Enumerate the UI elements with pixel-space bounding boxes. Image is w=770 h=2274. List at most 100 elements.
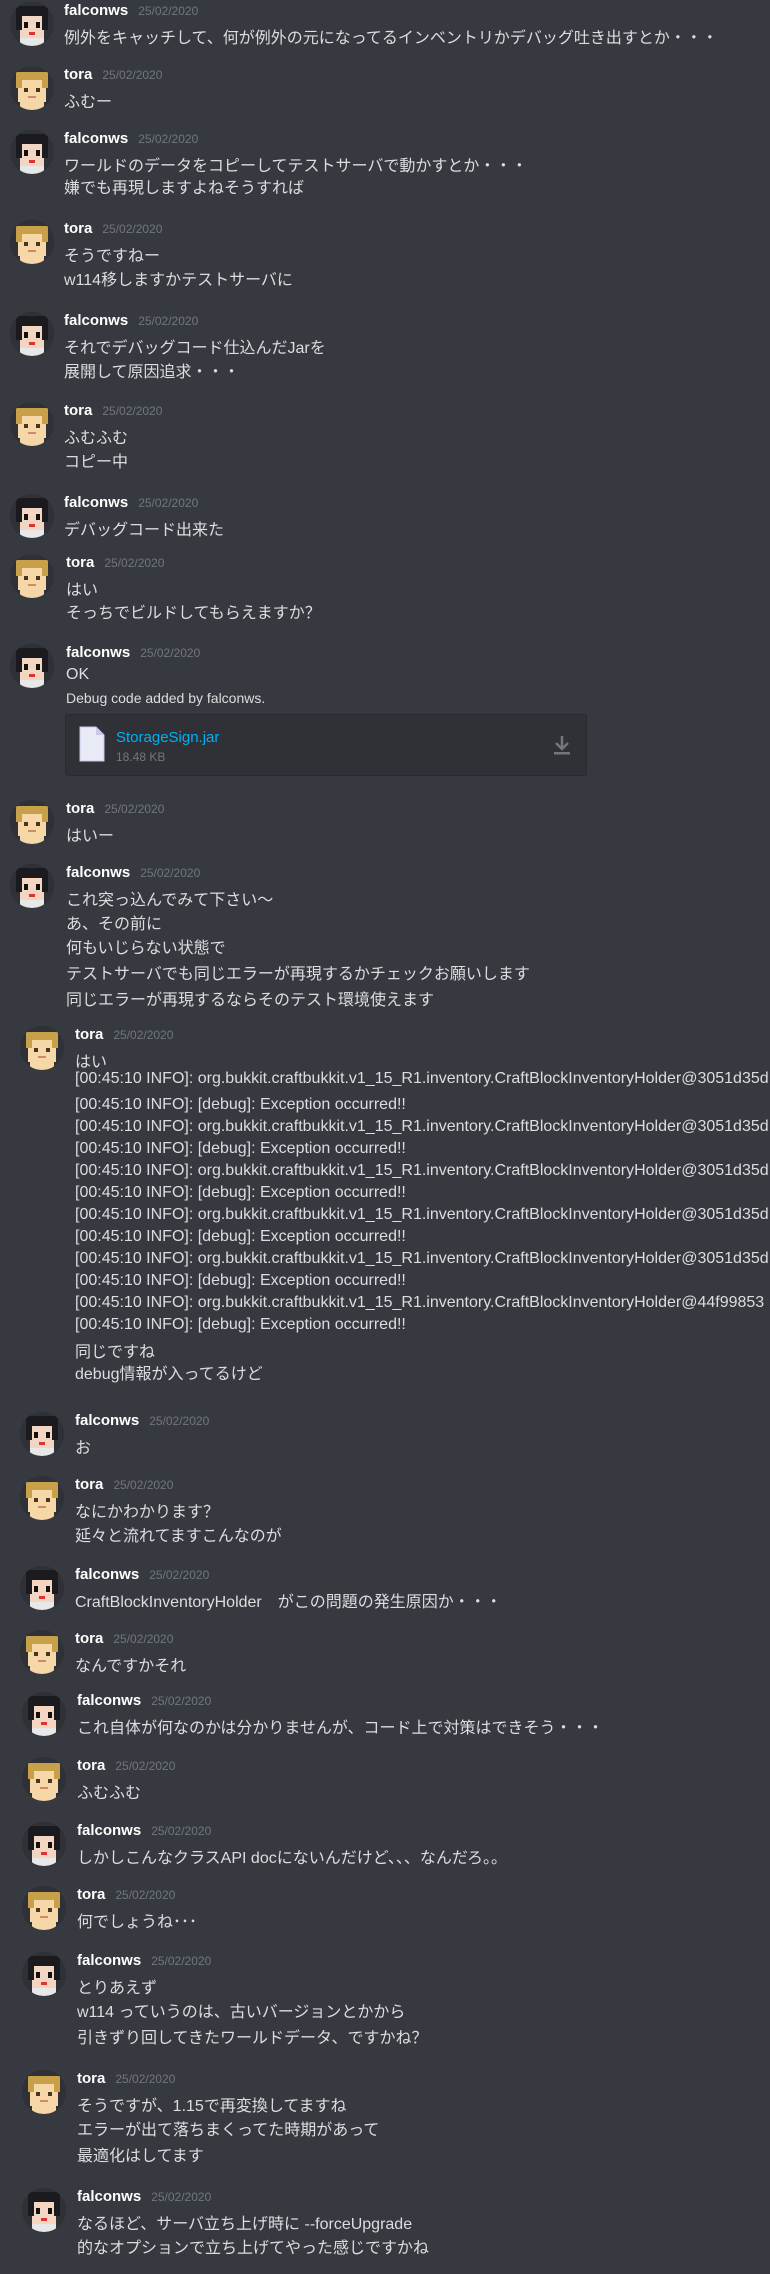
message-text: エラーが出て落ちまくってた時期があって [77,2122,380,2139]
author-name[interactable]: falconws 25/02/2020 [66,864,200,881]
author-label[interactable]: tora [77,2070,105,2087]
author-name[interactable]: tora 25/02/2020 [64,66,162,83]
author-label[interactable]: falconws [64,2,128,19]
message-text: [00:45:10 INFO]: [debug]: Exception occu… [75,1272,406,1289]
message-text: 的なオプションで立ち上げてやった感じですかね [77,2240,430,2257]
message-text: debug情報が入ってるけど [75,1366,263,1383]
author-name[interactable]: tora 25/02/2020 [66,554,164,571]
avatar[interactable] [20,1476,64,1520]
avatar[interactable] [22,2070,66,2114]
author-label[interactable]: falconws [64,494,128,511]
message-text: w114移しますかテストサーバに [64,272,293,289]
author-label[interactable]: falconws [77,2188,141,2205]
avatar[interactable] [10,494,54,538]
message-text: w114 っていうのは、古いバージョンとかから [77,2004,406,2021]
author-name[interactable]: falconws 25/02/2020 [64,494,198,511]
message-text: [00:45:10 INFO]: org.bukkit.craftbukkit.… [75,1206,769,1223]
timestamp: 25/02/2020 [113,1632,174,1646]
message-text: [00:45:10 INFO]: org.bukkit.craftbukkit.… [75,1250,769,1267]
avatar[interactable] [22,1822,66,1866]
author-label[interactable]: falconws [77,1692,141,1709]
avatar[interactable] [10,644,54,688]
author-name[interactable]: tora 25/02/2020 [64,402,162,419]
message-text: [00:45:10 INFO]: [debug]: Exception occu… [75,1140,406,1157]
author-name[interactable]: tora 25/02/2020 [77,1757,175,1774]
author-label[interactable]: tora [64,402,92,419]
avatar[interactable] [10,800,54,844]
timestamp: 25/02/2020 [140,866,201,880]
message-text: しかしこんなクラスAPI docにないんだけど、、、なんだろ。。 [77,1850,507,1867]
avatar[interactable] [22,2188,66,2232]
author-label[interactable]: tora [75,1026,103,1043]
author-name[interactable]: falconws 25/02/2020 [64,2,198,19]
timestamp: 25/02/2020 [104,556,165,570]
file-name-link[interactable]: StorageSign.jar [116,729,219,746]
avatar[interactable] [22,1757,66,1801]
author-name[interactable]: falconws 25/02/2020 [66,644,200,661]
author-label[interactable]: falconws [77,1952,141,1969]
author-label[interactable]: tora [77,1757,105,1774]
author-name[interactable]: falconws 25/02/2020 [75,1566,209,1583]
author-label[interactable]: falconws [64,312,128,329]
author-name[interactable]: falconws 25/02/2020 [64,312,198,329]
message-text: 同じエラーが再現するならそのテスト環境使えます [66,992,435,1009]
download-icon[interactable] [552,734,572,756]
author-name[interactable]: tora 25/02/2020 [75,1630,173,1647]
author-name[interactable]: falconws 25/02/2020 [77,1822,211,1839]
avatar[interactable] [10,864,54,908]
author-name[interactable]: falconws 25/02/2020 [77,2188,211,2205]
author-label[interactable]: falconws [75,1566,139,1583]
timestamp: 25/02/2020 [138,132,199,146]
author-label[interactable]: tora [64,220,92,237]
author-name[interactable]: tora 25/02/2020 [75,1476,173,1493]
avatar[interactable] [22,1886,66,1930]
avatar[interactable] [22,1952,66,1996]
author-name[interactable]: tora 25/02/2020 [75,1026,173,1043]
message-text: ワールドのデータをコピーしてテストサーバで動かすとか・・・ [64,158,528,175]
author-name[interactable]: tora 25/02/2020 [66,800,164,817]
file-size: 18.48 KB [116,750,166,764]
author-name[interactable]: tora 25/02/2020 [64,220,162,237]
avatar[interactable] [20,1630,64,1674]
avatar[interactable] [10,2,54,46]
avatar[interactable] [10,130,54,174]
avatar[interactable] [10,312,54,356]
avatar[interactable] [10,220,54,264]
message-text: CraftBlockInventoryHolder がこの問題の発生原因か・・・ [75,1594,502,1611]
avatar[interactable] [10,554,54,598]
author-label[interactable]: falconws [77,1822,141,1839]
avatar[interactable] [20,1412,64,1456]
message-text: 引きずり回してきたワールドデータ、ですかね？ [77,2030,428,2047]
timestamp: 25/02/2020 [151,1954,212,1968]
author-label[interactable]: tora [75,1476,103,1493]
avatar[interactable] [10,402,54,446]
message-text: [00:45:10 INFO]: org.bukkit.craftbukkit.… [75,1118,769,1135]
author-label[interactable]: falconws [75,1412,139,1429]
author-label[interactable]: tora [66,800,94,817]
avatar[interactable] [20,1566,64,1610]
author-name[interactable]: tora 25/02/2020 [77,2070,175,2087]
author-name[interactable]: falconws 25/02/2020 [75,1412,209,1429]
message-text: それでデバッグコード仕込んだJarを [64,340,326,357]
avatar[interactable] [22,1692,66,1736]
author-label[interactable]: tora [77,1886,105,1903]
author-name[interactable]: falconws 25/02/2020 [77,1692,211,1709]
message-text: そうですねー [64,248,161,265]
author-name[interactable]: tora 25/02/2020 [77,1886,175,1903]
timestamp: 25/02/2020 [151,1694,212,1708]
avatar[interactable] [10,66,54,110]
author-label[interactable]: falconws [66,644,130,661]
author-name[interactable]: falconws 25/02/2020 [77,1952,211,1969]
author-label[interactable]: falconws [64,130,128,147]
timestamp: 25/02/2020 [104,802,165,816]
author-label[interactable]: tora [66,554,94,571]
author-label[interactable]: falconws [66,864,130,881]
author-label[interactable]: tora [64,66,92,83]
avatar[interactable] [20,1026,64,1070]
author-name[interactable]: falconws 25/02/2020 [64,130,198,147]
timestamp: 25/02/2020 [102,68,163,82]
message-text: [00:45:10 INFO]: [debug]: Exception occu… [75,1316,406,1333]
author-label[interactable]: tora [75,1630,103,1647]
message-text: デバッグコード出来た [64,522,225,539]
file-attachment[interactable]: StorageSign.jar 18.48 KB [65,714,587,776]
